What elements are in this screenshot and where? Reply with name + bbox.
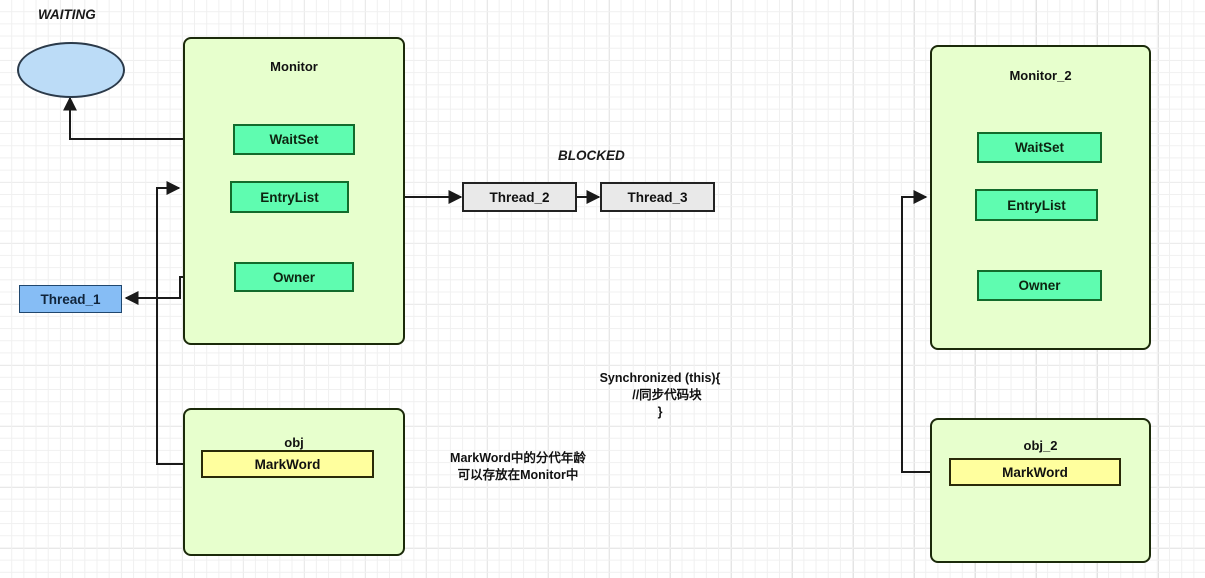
synchronized-note: Synchronized (this){ //同步代码块 } xyxy=(599,371,721,419)
monitor-2-owner-box[interactable]: Owner xyxy=(977,270,1102,301)
obj-markword-box[interactable]: MarkWord xyxy=(201,450,374,478)
monitor-2-entrylist-box[interactable]: EntryList xyxy=(975,189,1098,221)
monitor-entrylist-box[interactable]: EntryList xyxy=(230,181,349,213)
obj-2-container: obj_2 xyxy=(930,418,1151,563)
monitor-2-title: Monitor_2 xyxy=(1009,68,1072,83)
thread-1-box[interactable]: Thread_1 xyxy=(19,285,122,313)
diagram-canvas: WAITING Monitor WaitSet EntryList Owner … xyxy=(0,0,1205,578)
thread-3-box[interactable]: Thread_3 xyxy=(600,182,715,212)
markword-note: MarkWord中的分代年龄 可以存放在Monitor中 xyxy=(450,451,586,482)
monitor-title: Monitor xyxy=(270,59,318,74)
monitor-waitset-box[interactable]: WaitSet xyxy=(233,124,355,155)
obj-2-title: obj_2 xyxy=(1023,438,1058,453)
obj-container: obj xyxy=(183,408,405,556)
waiting-label: WAITING xyxy=(38,7,96,22)
monitor-owner-box[interactable]: Owner xyxy=(234,262,354,292)
obj-2-markword-box[interactable]: MarkWord xyxy=(949,458,1121,486)
waiting-state-ellipse xyxy=(17,42,125,98)
obj-title: obj xyxy=(284,435,304,450)
blocked-label: BLOCKED xyxy=(558,148,625,163)
thread-2-box[interactable]: Thread_2 xyxy=(462,182,577,212)
monitor-2-waitset-box[interactable]: WaitSet xyxy=(977,132,1102,163)
